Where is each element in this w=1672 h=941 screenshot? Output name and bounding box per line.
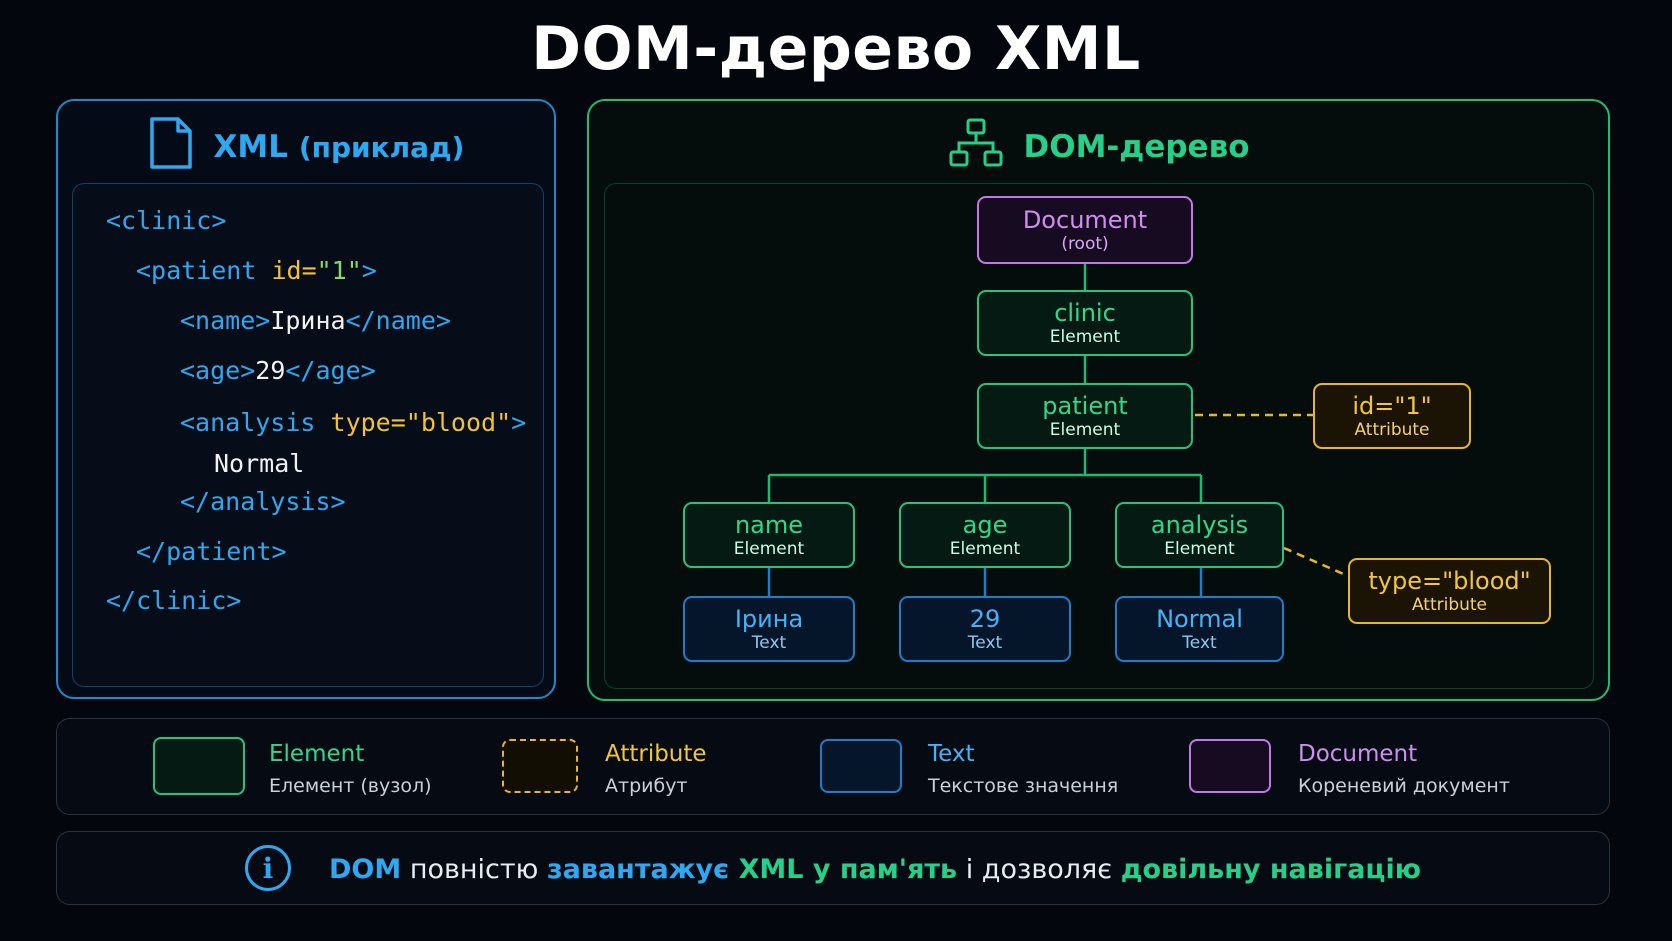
page-title: DOM-дерево XML [531,14,1141,84]
legend-swatch-text [820,739,902,793]
info-icon: i [245,845,291,891]
code-line: <patient id="1"> [136,256,377,285]
code-line: Normal [214,449,305,478]
info-text: DOM повністю завантажує XML у пам'ять і … [329,853,1421,885]
legend-label-attribute: Attribute [605,741,707,767]
node-text-irina: Ірина Text [683,596,855,662]
xml-panel: XML (приклад) <clinic> <patient id="1"> … [56,99,556,699]
legend-swatch-document [1189,739,1271,793]
info-bar: i DOM повністю завантажує XML у пам'ять … [56,831,1610,905]
code-line: <analysis type="blood"> [180,408,527,437]
legend-label-document: Document [1298,741,1418,767]
node-document: Document (root) [977,196,1193,264]
code-line: <age>29</age> [180,356,376,385]
legend-desc-attribute: Атрибут [605,775,688,797]
node-analysis: analysis Element [1115,502,1284,568]
code-line: <name>Ірина</name> [180,306,451,335]
xml-panel-header: XML (приклад) [58,117,554,177]
node-type-attribute: type="blood" Attribute [1348,558,1551,624]
legend-desc-element: Елемент (вузол) [269,775,432,797]
xml-code-block: <clinic> <patient id="1"> <name>Ірина</n… [72,183,544,687]
legend-label-text: Text [928,741,975,767]
xml-panel-title: XML [213,129,289,165]
dom-panel: DOM-дерево Document (root) clinic Elemen… [587,99,1610,701]
xml-panel-subtitle: (приклад) [298,131,465,164]
legend-desc-text: Текстове значення [928,775,1119,797]
code-line: </clinic> [106,586,242,615]
code-line: </patient> [136,537,287,566]
legend-swatch-attribute [502,739,578,793]
edge-analysis-type-attr [1283,546,1349,578]
document-icon [148,115,194,179]
node-age: age Element [899,502,1071,568]
node-name: name Element [683,502,855,568]
legend-desc-document: Кореневий документ [1298,775,1510,797]
legend-swatch-element [153,737,245,795]
node-patient: patient Element [977,383,1193,449]
code-line: </analysis> [180,487,346,516]
node-text-normal: Normal Text [1115,596,1284,662]
legend: Element Елемент (вузол) Attribute Атрибу… [56,718,1610,815]
code-line: <clinic> [106,206,227,235]
node-text-29: 29 Text [899,596,1071,662]
legend-label-element: Element [269,741,365,767]
node-clinic: clinic Element [977,290,1193,356]
node-id-attribute: id="1" Attribute [1313,383,1471,449]
